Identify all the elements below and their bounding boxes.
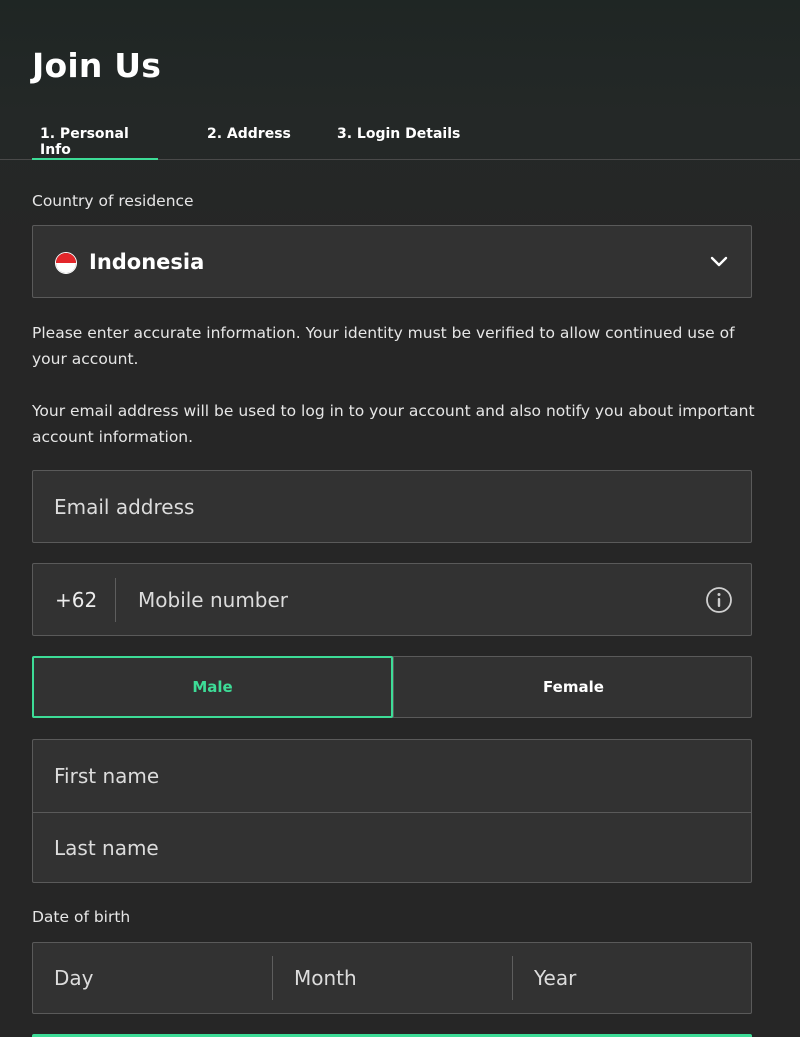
tab-login-details[interactable]: 3. Login Details [337, 114, 460, 160]
last-name-field[interactable]: Last name [33, 812, 751, 884]
day-select[interactable]: Day [33, 943, 273, 1013]
info-icon[interactable] [705, 586, 733, 614]
country-value: Indonesia [89, 250, 205, 274]
email-notice: Your email address will be used to log i… [32, 402, 755, 446]
indonesia-flag-icon [55, 252, 77, 274]
first-name-placeholder: First name [54, 764, 160, 788]
dob-label: Date of birth [32, 908, 131, 926]
join-page: Join Us 1. Personal Info 2. Address 3. L… [0, 0, 800, 1037]
chevron-down-icon [710, 256, 728, 267]
year-placeholder: Year [534, 966, 577, 990]
tab-address[interactable]: 2. Address [207, 114, 291, 160]
name-fields: First name Last name [32, 739, 752, 883]
last-name-placeholder: Last name [54, 836, 159, 860]
date-of-birth-field: Day Month Year [32, 942, 752, 1014]
first-name-field[interactable]: First name [33, 740, 751, 812]
day-placeholder: Day [54, 966, 94, 990]
email-placeholder: Email address [54, 495, 195, 519]
page-title: Join Us [32, 46, 162, 85]
country-select[interactable]: Indonesia [32, 225, 752, 298]
month-select[interactable]: Month [273, 943, 513, 1013]
gender-toggle: Male Female [32, 656, 752, 718]
year-select[interactable]: Year [513, 943, 751, 1013]
email-field[interactable]: Email address [32, 470, 752, 543]
month-placeholder: Month [294, 966, 357, 990]
identity-notice: Please enter accurate information. Your … [32, 324, 735, 368]
mobile-placeholder: Mobile number [138, 588, 289, 612]
country-label: Country of residence [32, 192, 194, 210]
mobile-number-field[interactable]: +62 Mobile number [32, 563, 752, 636]
tab-personal-info[interactable]: 1. Personal Info [32, 114, 158, 160]
prefix-divider [115, 578, 116, 622]
female-button[interactable]: Female [393, 656, 753, 718]
male-button[interactable]: Male [32, 656, 393, 718]
step-tabs: 1. Personal Info 2. Address 3. Login Det… [0, 114, 800, 160]
country-code-prefix[interactable]: +62 [55, 588, 97, 612]
